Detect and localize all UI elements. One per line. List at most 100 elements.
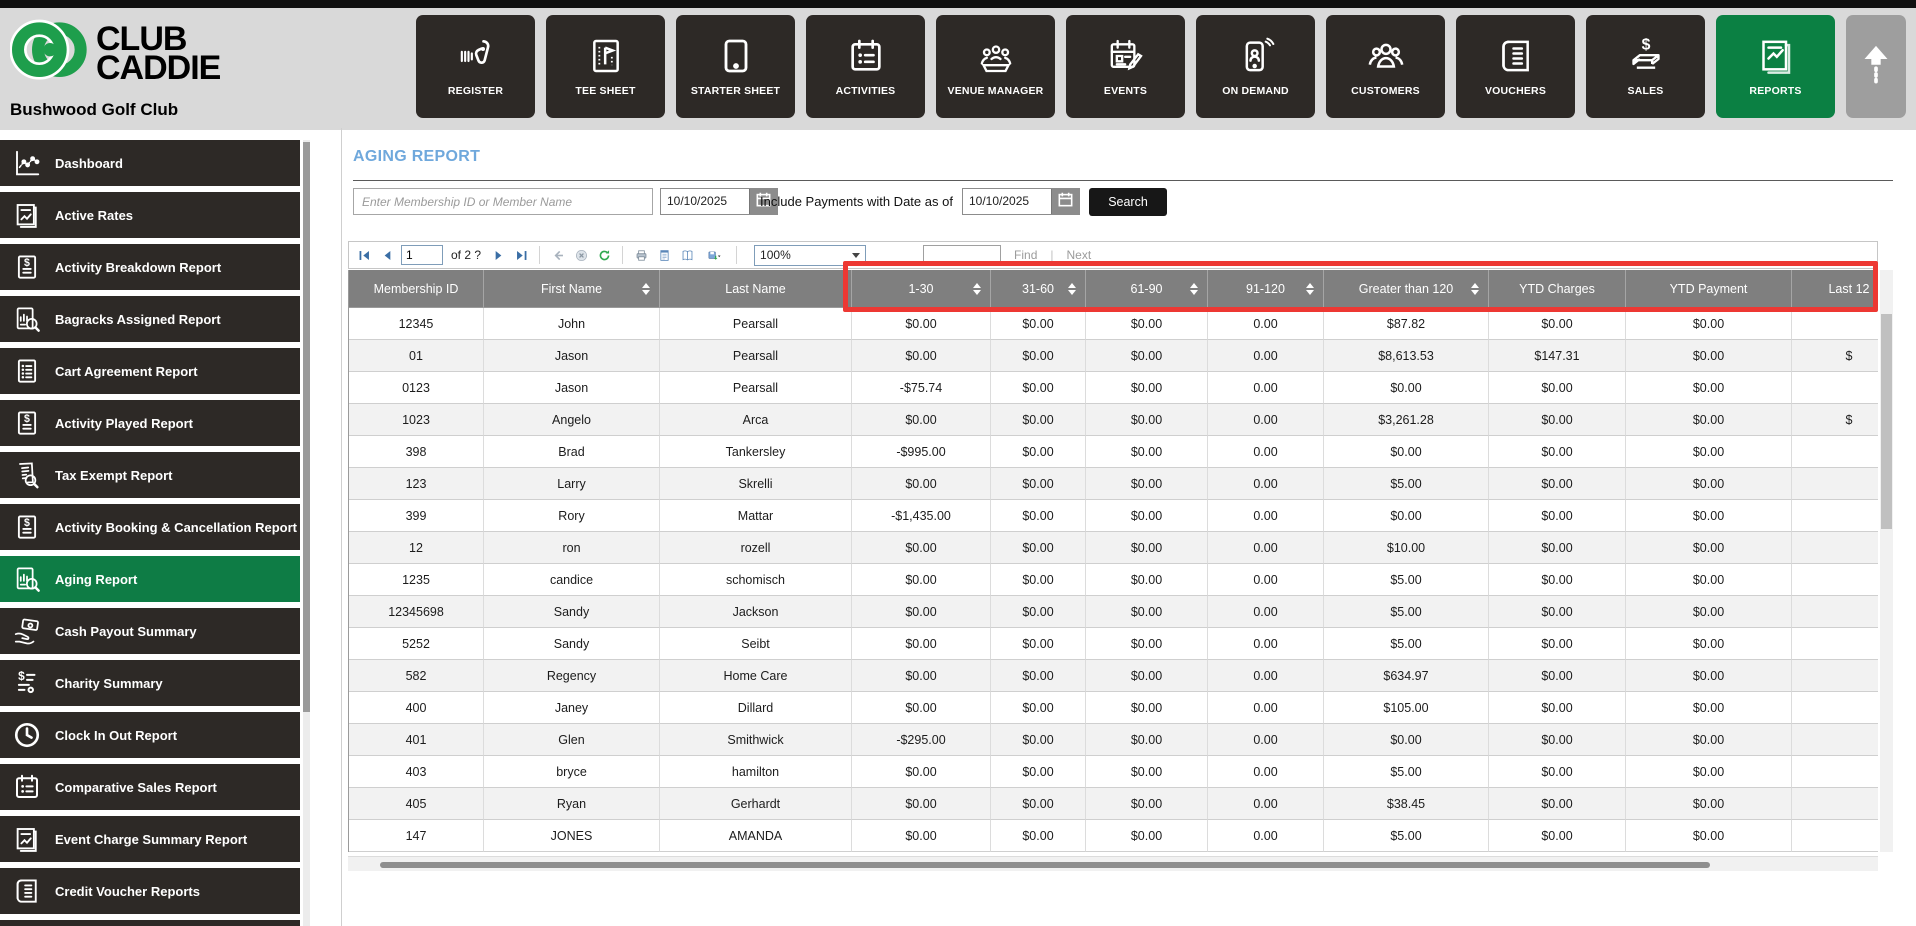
nav-vouchers[interactable]: VOUCHERS: [1456, 15, 1575, 118]
cell-greater-than-120: $0.00: [1324, 372, 1489, 404]
calendar-button-as-of[interactable]: [1051, 189, 1079, 214]
nav-on-demand[interactable]: ON DEMAND: [1196, 15, 1315, 118]
nav-customers[interactable]: CUSTOMERS: [1326, 15, 1445, 118]
nav-events[interactable]: EVENTS: [1066, 15, 1185, 118]
cell-ytd-charges: $0.00: [1489, 820, 1626, 852]
sort-icon[interactable]: [973, 282, 981, 295]
sidebar-item-label: Activity Breakdown Report: [55, 259, 222, 275]
sort-icon[interactable]: [1068, 282, 1076, 295]
nav-venue-manager[interactable]: VENUE MANAGER: [936, 15, 1055, 118]
cell-ytd-payment: $0.00: [1626, 756, 1792, 788]
nav-tee-sheet[interactable]: TEE SHEET: [546, 15, 665, 118]
sidebar-item-cart-agreement-report[interactable]: Cart Agreement Report: [0, 348, 300, 394]
sidebar-item-active-rates[interactable]: Active Rates: [0, 192, 300, 238]
col-header-1-30[interactable]: 1-30: [852, 270, 991, 308]
nav-label: SALES: [1627, 85, 1664, 97]
zoom-select[interactable]: 100%: [754, 244, 867, 266]
sidebar-item-activity-breakdown-report[interactable]: $ Activity Breakdown Report: [0, 244, 300, 290]
table-horizontal-scrollbar[interactable]: [348, 856, 1878, 871]
page-number-input[interactable]: [401, 245, 443, 265]
cell-61-90: $0.00: [1086, 756, 1208, 788]
sidebar-item-label: Cart Agreement Report: [55, 363, 198, 379]
sidebar-scrollbar-thumb[interactable]: [303, 142, 310, 712]
previous-page-button[interactable]: [378, 246, 396, 264]
back-button[interactable]: [549, 246, 567, 264]
date-field-as-of[interactable]: 10/10/2025: [962, 188, 1080, 215]
page-setup-button[interactable]: [678, 246, 696, 264]
sidebar-item-charity-summary[interactable]: $ Charity Summary: [0, 660, 300, 706]
cancel-button[interactable]: [572, 246, 590, 264]
cell-ytd-charges: $0.00: [1489, 628, 1626, 660]
col-header-61-90[interactable]: 61-90: [1086, 270, 1208, 308]
date-from-value[interactable]: 10/10/2025: [661, 189, 749, 214]
nav-label: REGISTER: [447, 85, 504, 97]
find-input[interactable]: [923, 245, 1002, 265]
date-as-of-value[interactable]: 10/10/2025: [963, 189, 1051, 214]
sidebar-item-cash-payout-summary[interactable]: Cash Payout Summary: [0, 608, 300, 654]
next-page-button[interactable]: [489, 246, 507, 264]
cell-91-120: 0.00: [1208, 820, 1324, 852]
table-vertical-scrollbar[interactable]: [1880, 270, 1893, 852]
print-button[interactable]: [632, 246, 650, 264]
col-header-label: 1-30: [908, 281, 934, 296]
cell-91-120: 0.00: [1208, 564, 1324, 596]
sidebar-item-aging-report[interactable]: Aging Report: [0, 556, 300, 602]
nav-reports[interactable]: REPORTS: [1716, 15, 1835, 118]
col-header-first-name[interactable]: First Name: [484, 270, 660, 308]
sidebar-item-credit-voucher-reports[interactable]: Credit Voucher Reports: [0, 868, 300, 914]
cell-last-12: [1792, 756, 1878, 788]
cell-31-60: $0.00: [991, 532, 1086, 564]
find-link[interactable]: Find: [1014, 248, 1037, 262]
export-button[interactable]: [701, 246, 727, 264]
sidebar-scrollbar[interactable]: [303, 140, 310, 926]
nav-activities[interactable]: ACTIVITIES: [806, 15, 925, 118]
sidebar-item-comparative-sales-report[interactable]: Comparative Sales Report: [0, 764, 300, 810]
sidebar-item-dashboard[interactable]: Dashboard: [0, 140, 300, 186]
sidebar-item-bagracks-assigned-report[interactable]: Bagracks Assigned Report: [0, 296, 300, 342]
voucher-doc-icon: [1496, 36, 1536, 76]
print-layout-button[interactable]: [655, 246, 673, 264]
sort-icon[interactable]: [642, 282, 650, 295]
sidebar-item-partial[interactable]: [0, 920, 300, 926]
member-search-input[interactable]: [353, 188, 653, 215]
nav-label: STARTER SHEET: [690, 85, 781, 97]
search-button[interactable]: Search: [1089, 188, 1167, 216]
vertical-scrollbar-thumb[interactable]: [1881, 314, 1892, 529]
nav-scroll-up-button[interactable]: [1846, 15, 1906, 118]
last-page-button[interactable]: [512, 246, 530, 264]
refresh-button[interactable]: [595, 246, 613, 264]
sidebar-item-tax-exempt-report[interactable]: Tax Exempt Report: [0, 452, 300, 498]
cell-membership-id: 405: [349, 788, 484, 820]
col-header-last-12: Last 12: [1792, 270, 1878, 308]
sidebar-item-activity-played-report[interactable]: $ Activity Played Report: [0, 400, 300, 446]
sidebar-item-event-charge-summary-report[interactable]: Event Charge Summary Report: [0, 816, 300, 862]
cell-31-60: $0.00: [991, 756, 1086, 788]
cell-ytd-charges: $0.00: [1489, 724, 1626, 756]
nav-sales[interactable]: $ SALES: [1586, 15, 1705, 118]
cell-31-60: $0.00: [991, 308, 1086, 340]
sidebar-item-activity-booking-cancellation-report[interactable]: $ Activity Booking & Cancellation Report: [0, 504, 300, 550]
nav-register[interactable]: REGISTER: [416, 15, 535, 118]
col-header-31-60[interactable]: 31-60: [991, 270, 1086, 308]
cell-31-60: $0.00: [991, 596, 1086, 628]
sidebar-item-clock-in-out-report[interactable]: Clock In Out Report: [0, 712, 300, 758]
horizontal-scrollbar-thumb[interactable]: [380, 862, 1710, 868]
cell-ytd-payment: $0.00: [1626, 468, 1792, 500]
cell-last-12: [1792, 468, 1878, 500]
sort-icon[interactable]: [1471, 282, 1479, 295]
first-page-button[interactable]: [355, 246, 373, 264]
cell-last-name: Mattar: [660, 500, 852, 532]
find-next-link[interactable]: Next: [1067, 248, 1092, 262]
col-header-greater-than-120[interactable]: Greater than 120: [1324, 270, 1489, 308]
cell-greater-than-120: $10.00: [1324, 532, 1489, 564]
app-header: CLUB CADDIE Bushwood Golf Club REGISTER T…: [0, 8, 1916, 130]
col-header-label: First Name: [540, 281, 603, 296]
nav-starter-sheet[interactable]: STARTER SHEET: [676, 15, 795, 118]
table-row: 405 Ryan Gerhardt $0.00 $0.00 $0.00 0.00 $38.45…: [349, 788, 1878, 820]
sort-icon[interactable]: [1190, 282, 1198, 295]
col-header-91-120[interactable]: 91-120: [1208, 270, 1324, 308]
sort-icon[interactable]: [1306, 282, 1314, 295]
clock-icon: [12, 720, 42, 750]
cell-ytd-charges: $0.00: [1489, 596, 1626, 628]
dollar-doc-icon: $: [12, 252, 42, 282]
